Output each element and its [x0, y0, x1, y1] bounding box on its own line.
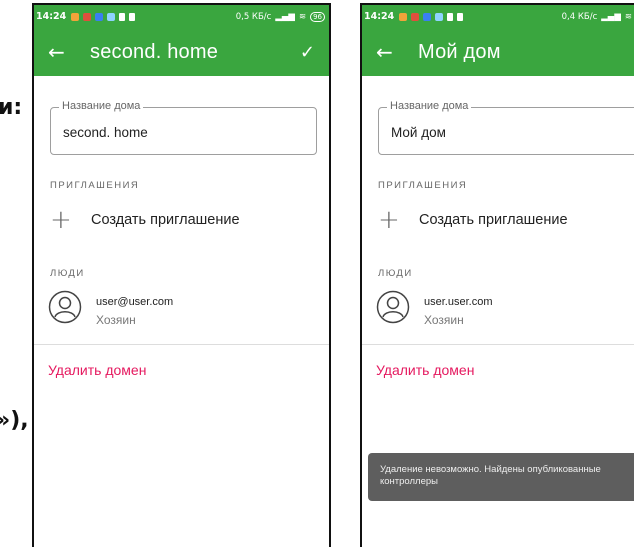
delete-domain-button[interactable]: Удалить домен: [48, 362, 146, 378]
signal-icon: ▂▄▆: [601, 11, 621, 22]
house-name-field[interactable]: Название дома Мой дом: [378, 100, 634, 155]
notification-icon: [83, 12, 92, 21]
notification-icon: [71, 12, 80, 21]
divider: [362, 344, 634, 345]
create-invitation-label: Создать приглашение: [91, 212, 240, 228]
trash-icon: [457, 12, 464, 21]
status-time: 14:24: [36, 11, 67, 22]
error-snackbar: Удаление невозможно. Найдены опубликован…: [368, 453, 634, 501]
status-bar: 14:24 0,4 КБ/с ▂▄▆ ≋: [362, 5, 634, 28]
check-icon[interactable]: ✓: [300, 42, 315, 63]
notification-icon: [95, 12, 104, 21]
invitations-header: ПРИГЛАШЕНИЯ: [50, 180, 140, 191]
house-name-label: Название дома: [59, 100, 144, 112]
house-name-value[interactable]: second. home: [63, 125, 148, 140]
app-bar-title: Мой дом: [418, 40, 501, 63]
network-speed: 0,5 КБ/с: [235, 11, 272, 22]
person-role: Хозяин: [96, 313, 136, 327]
battery-icon: 96: [310, 11, 325, 22]
notification-icon: [423, 12, 432, 21]
people-header: ЛЮДИ: [50, 268, 85, 279]
invitations-header: ПРИГЛАШЕНИЯ: [378, 180, 468, 191]
notification-icons: [71, 12, 136, 21]
person-info: user@user.com Хозяин: [96, 290, 173, 327]
wifi-icon: ≋: [624, 11, 632, 22]
notification-icon: [107, 12, 116, 21]
trash-icon: [129, 12, 136, 21]
house-name-label: Название дома: [387, 100, 472, 112]
screenshot-canvas: и: »), 14:24 0,5 КБ/с ▂▄▆ ≋ 96 ← second.…: [0, 0, 634, 547]
notification-icons: [399, 12, 464, 21]
delete-domain-button[interactable]: Удалить домен: [376, 362, 474, 378]
person-circle-icon: [376, 290, 410, 324]
create-invitation-button[interactable]: + Создать приглашение: [378, 205, 568, 235]
app-bar-title: second. home: [90, 40, 219, 63]
person-info: user.user.com Хозяин: [424, 290, 492, 327]
cropped-text-left-lower: »),: [0, 408, 29, 433]
house-name-field[interactable]: Название дома second. home: [50, 100, 317, 155]
status-time: 14:24: [364, 11, 395, 22]
house-name-value[interactable]: Мой дом: [391, 125, 446, 140]
phone-screen-2: 14:24 0,4 КБ/с ▂▄▆ ≋ ← Мой дом Название …: [360, 3, 634, 547]
people-header: ЛЮДИ: [378, 268, 413, 279]
plus-icon: +: [50, 205, 72, 235]
trash-icon: [119, 12, 126, 21]
status-bar: 14:24 0,5 КБ/с ▂▄▆ ≋ 96: [34, 5, 329, 28]
status-right: 0,5 КБ/с ▂▄▆ ≋ 96: [235, 11, 325, 22]
phone-screen-1: 14:24 0,5 КБ/с ▂▄▆ ≋ 96 ← second. home ✓: [32, 3, 331, 547]
network-speed: 0,4 КБ/с: [561, 11, 598, 22]
create-invitation-label: Создать приглашение: [419, 212, 568, 228]
trash-icon: [447, 12, 454, 21]
status-right: 0,4 КБ/с ▂▄▆ ≋: [562, 12, 632, 22]
app-bar: ← second. home ✓: [34, 28, 329, 76]
app-bar: ← Мой дом: [362, 28, 634, 76]
signal-icon: ▂▄▆: [275, 11, 295, 22]
plus-icon: +: [378, 205, 400, 235]
create-invitation-button[interactable]: + Создать приглашение: [50, 205, 240, 235]
person-list-item[interactable]: user.user.com Хозяин: [376, 290, 492, 327]
cropped-text-left: и:: [0, 95, 23, 120]
person-circle-icon: [48, 290, 82, 324]
person-list-item[interactable]: user@user.com Хозяин: [48, 290, 173, 327]
notification-icon: [411, 12, 420, 21]
person-email: user@user.com: [96, 296, 174, 308]
divider: [34, 344, 329, 345]
back-arrow-icon[interactable]: ←: [48, 40, 74, 64]
wifi-icon: ≋: [298, 11, 307, 22]
notification-icon: [399, 12, 408, 21]
person-role: Хозяин: [424, 313, 464, 327]
notification-icon: [435, 12, 444, 21]
back-arrow-icon[interactable]: ←: [376, 40, 402, 64]
person-email: user.user.com: [424, 296, 493, 308]
